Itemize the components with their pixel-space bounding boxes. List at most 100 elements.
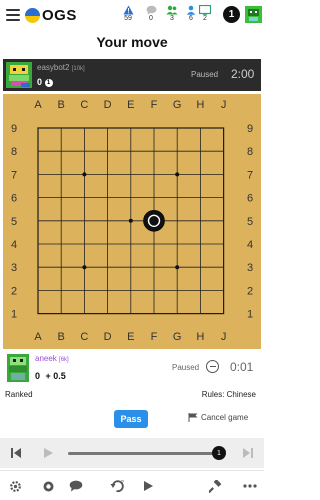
notification-badge[interactable]: 1 bbox=[223, 6, 240, 23]
first-move-button[interactable] bbox=[6, 443, 26, 463]
last-move-button[interactable] bbox=[238, 443, 258, 463]
row-label: 6 bbox=[247, 193, 253, 205]
row-label: 7 bbox=[247, 169, 253, 181]
opponent-paused-label: Paused bbox=[191, 70, 219, 79]
chat-count: 0 bbox=[149, 15, 153, 22]
top-navbar: OGS 59 0 3 6 2 1 bbox=[0, 0, 264, 30]
rules-label: Rules: Chinese bbox=[201, 390, 256, 399]
black-stone[interactable] bbox=[143, 210, 165, 232]
games-count: 2 bbox=[203, 15, 207, 22]
row-label: 1 bbox=[247, 309, 253, 321]
column-label: E bbox=[127, 331, 134, 343]
move-slider-knob[interactable]: 1 bbox=[212, 446, 226, 460]
friends-indicator[interactable]: 3 bbox=[162, 4, 182, 22]
row-label: 1 bbox=[11, 309, 17, 321]
column-label: G bbox=[173, 331, 182, 343]
undo-request-icon: ? bbox=[110, 480, 124, 493]
row-label: 9 bbox=[247, 123, 253, 135]
row-label: 2 bbox=[247, 285, 253, 297]
game-page: OGS 59 0 3 6 2 1 Your move easybot2 [10k… bbox=[0, 0, 264, 500]
row-label: 4 bbox=[247, 239, 253, 251]
column-label: D bbox=[104, 331, 112, 343]
move-status-title: Your move bbox=[96, 34, 168, 50]
chat-indicator[interactable]: 0 bbox=[141, 4, 161, 22]
moderator-button[interactable] bbox=[205, 477, 225, 495]
column-label: D bbox=[104, 99, 112, 111]
score-icon bbox=[43, 481, 53, 491]
hammer-icon bbox=[208, 479, 221, 493]
svg-text:?: ? bbox=[121, 480, 124, 486]
player-name-line[interactable]: aneek [6k] bbox=[35, 354, 69, 363]
settings-button[interactable] bbox=[5, 477, 25, 495]
play-forward-button[interactable] bbox=[38, 443, 58, 463]
opponent-name: easybot2 bbox=[37, 63, 70, 72]
cancel-game-label: Cancel game bbox=[201, 413, 249, 422]
undo-request-button[interactable]: ? bbox=[108, 477, 128, 495]
warnings-count: 59 bbox=[124, 15, 132, 22]
player-score: 0 + 0.5 bbox=[35, 371, 66, 381]
star-point bbox=[175, 265, 180, 270]
pause-icon[interactable] bbox=[206, 360, 219, 373]
warnings-indicator[interactable]: 59 bbox=[118, 4, 138, 22]
board-svg[interactable]: A A B B C C D D E E F F G G H H J J 9 9 8 8 7 7 6 6 5 5 4 4 3 3 2 2 1 1 bbox=[3, 94, 261, 349]
player-rank: [6k] bbox=[59, 357, 69, 363]
chat-bubble-icon bbox=[141, 4, 161, 15]
opponent-score: 0 1 bbox=[37, 77, 53, 87]
row-label: 5 bbox=[11, 216, 17, 228]
column-label: B bbox=[58, 99, 65, 111]
cancel-game-button[interactable]: Cancel game bbox=[188, 413, 248, 422]
ogs-logo[interactable]: OGS bbox=[25, 7, 77, 24]
column-label: J bbox=[221, 99, 227, 111]
row-label: 3 bbox=[247, 262, 253, 274]
row-label: 9 bbox=[11, 123, 17, 135]
column-label: C bbox=[80, 99, 88, 111]
opponent-player-card: easybot2 [10k] 0 1 Paused 2:00 bbox=[3, 59, 261, 91]
move-controls: 1 bbox=[0, 438, 264, 468]
row-label: 7 bbox=[11, 169, 17, 181]
column-label: A bbox=[34, 331, 42, 343]
column-label: E bbox=[127, 99, 134, 111]
captures-icon: 1 bbox=[44, 78, 53, 87]
column-label: F bbox=[151, 99, 158, 111]
board-icon bbox=[195, 4, 215, 15]
row-label: 8 bbox=[11, 146, 17, 158]
logo-icon bbox=[25, 8, 40, 23]
skip-forward-icon bbox=[243, 448, 253, 458]
play-button[interactable] bbox=[138, 477, 158, 495]
score-estimate-button[interactable] bbox=[38, 477, 58, 495]
star-point bbox=[82, 265, 87, 270]
row-label: 2 bbox=[11, 285, 17, 297]
star-point bbox=[82, 172, 87, 177]
star-point bbox=[128, 218, 133, 223]
user-avatar[interactable] bbox=[245, 6, 262, 23]
more-icon bbox=[243, 484, 257, 488]
chat-button[interactable] bbox=[66, 477, 86, 495]
bottom-toolbar: ? bbox=[0, 470, 264, 500]
opponent-name-line[interactable]: easybot2 [10k] bbox=[37, 63, 85, 72]
logo-text: OGS bbox=[42, 7, 77, 24]
warning-icon bbox=[118, 4, 138, 15]
move-slider-track[interactable] bbox=[68, 452, 218, 455]
games-indicator[interactable]: 2 bbox=[195, 4, 215, 22]
more-options-button[interactable] bbox=[240, 477, 260, 495]
opponent-avatar[interactable] bbox=[6, 62, 32, 88]
player-komi: + 0.5 bbox=[45, 371, 66, 381]
go-board[interactable]: A A B B C C D D E E F F G G H H J J 9 9 8 8 7 7 6 6 5 5 4 4 3 3 2 2 1 1 bbox=[3, 94, 261, 349]
opponent-clock: 2:00 bbox=[231, 67, 255, 81]
star-point bbox=[175, 172, 180, 177]
friends-icon bbox=[162, 4, 182, 15]
column-label: C bbox=[80, 331, 88, 343]
row-label: 8 bbox=[247, 146, 253, 158]
player-avatar[interactable] bbox=[7, 354, 29, 382]
column-label: G bbox=[173, 99, 182, 111]
player-clock: 0:01 bbox=[230, 360, 254, 374]
row-label: 4 bbox=[11, 239, 17, 251]
pass-button[interactable]: Pass bbox=[114, 410, 148, 428]
menu-icon[interactable] bbox=[6, 9, 20, 21]
column-label: J bbox=[221, 331, 227, 343]
row-label: 6 bbox=[11, 193, 17, 205]
row-label: 3 bbox=[11, 262, 17, 274]
flag-icon bbox=[188, 413, 198, 422]
chat-icon bbox=[69, 480, 83, 492]
player-paused-label: Paused bbox=[172, 363, 200, 372]
